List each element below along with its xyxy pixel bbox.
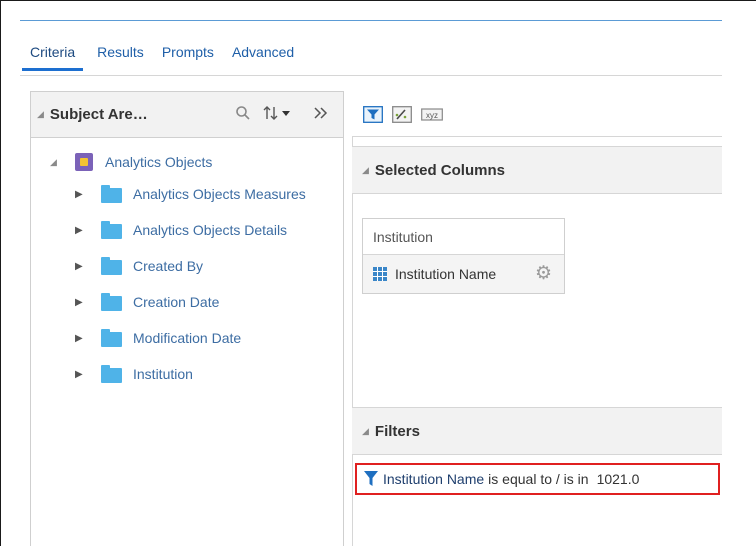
selected-columns-header: ◢ Selected Columns	[352, 146, 722, 194]
collapse-triangle-icon[interactable]: ◢	[362, 426, 369, 437]
tree-item-label: Analytics Objects Details	[133, 222, 288, 238]
filter-item[interactable]: Institution Name is equal to / is in 102…	[355, 463, 720, 495]
folder-icon	[101, 221, 122, 239]
collapsed-triangle-icon[interactable]: ▶	[75, 369, 83, 380]
tree-item-created-by[interactable]: ▶ Created By	[31, 248, 343, 284]
tree-item-analytics-objects-details[interactable]: ▶ Analytics Objects Details	[31, 212, 343, 248]
criteria-toolbar: xyz	[352, 91, 722, 137]
subject-area-icon	[75, 153, 93, 171]
expanded-triangle-icon[interactable]: ◢	[50, 157, 57, 168]
tab-bar: Criteria Results Prompts Advanced	[22, 44, 312, 76]
folder-icon	[101, 293, 122, 311]
selected-columns-title: Selected Columns	[374, 161, 505, 179]
gear-icon[interactable]: ⚙	[535, 264, 552, 283]
subject-areas-title: Subject Are…	[49, 106, 148, 123]
tab-prompts[interactable]: Prompts	[162, 44, 214, 68]
folder-icon	[101, 257, 122, 275]
tab-advanced[interactable]: Advanced	[232, 44, 294, 68]
column-institution-name[interactable]: Institution Name ⚙	[363, 255, 564, 293]
filter-icon[interactable]	[363, 106, 383, 123]
tab-divider	[20, 75, 722, 76]
tree-item-label: Creation Date	[133, 294, 220, 310]
collapsed-triangle-icon[interactable]: ▶	[75, 189, 83, 200]
tree-item-label: Institution	[133, 366, 193, 382]
tab-criteria[interactable]: Criteria	[22, 44, 84, 71]
filter-field[interactable]: Institution Name	[383, 471, 484, 487]
folder-icon	[101, 365, 122, 383]
collapsed-triangle-icon[interactable]: ▶	[75, 261, 83, 272]
filter-operator: is equal to / is in	[488, 471, 589, 487]
attribute-column-icon	[373, 267, 387, 281]
tab-results[interactable]: Results	[97, 44, 144, 68]
folder-icon	[101, 185, 122, 203]
sort-icon[interactable]	[263, 105, 293, 125]
tree-item-institution[interactable]: ▶ Institution	[31, 356, 343, 392]
tree-item-label: Analytics Objects	[105, 154, 213, 170]
folder-icon	[101, 329, 122, 347]
tree-item-modification-date[interactable]: ▶ Modification Date	[31, 320, 343, 356]
collapsed-triangle-icon[interactable]: ▶	[75, 297, 83, 308]
expand-panel-icon[interactable]	[312, 105, 328, 125]
subject-area-tree: ◢ Analytics Objects ▶ Analytics Objects …	[31, 138, 343, 392]
collapse-triangle-icon[interactable]: ◢	[362, 165, 369, 176]
tree-item-label: Modification Date	[133, 330, 242, 346]
tree-item-creation-date[interactable]: ▶ Creation Date	[31, 284, 343, 320]
column-label: Institution Name	[395, 266, 497, 282]
filter-funnel-icon	[364, 471, 378, 487]
subject-areas-pane: ◢ Subject Are… ◢ Analytics Objects ▶ Ana…	[30, 91, 344, 546]
search-icon[interactable]	[235, 105, 251, 125]
tree-item-label: Created By	[133, 258, 204, 274]
subject-areas-header: ◢ Subject Are…	[31, 92, 343, 138]
filters-header: ◢ Filters	[352, 407, 722, 455]
column-group-title: Institution	[363, 219, 564, 255]
collapse-triangle-icon[interactable]: ◢	[37, 109, 44, 120]
tree-item-analytics-objects-measures[interactable]: ▶ Analytics Objects Measures	[31, 176, 343, 212]
edit-formula-icon[interactable]	[392, 106, 412, 123]
xyz-icon-label: xyz	[426, 111, 438, 120]
collapsed-triangle-icon[interactable]: ▶	[75, 225, 83, 236]
filters-title: Filters	[374, 422, 420, 440]
top-divider	[20, 20, 722, 21]
collapsed-triangle-icon[interactable]: ▶	[75, 333, 83, 344]
tree-item-label: Analytics Objects Measures	[133, 186, 306, 202]
tree-item-analytics-objects[interactable]: ◢ Analytics Objects	[31, 148, 343, 176]
xyz-icon[interactable]: xyz	[421, 106, 443, 123]
filter-value: 1021.0	[596, 471, 640, 487]
column-group-institution: Institution Institution Name ⚙	[362, 218, 565, 294]
